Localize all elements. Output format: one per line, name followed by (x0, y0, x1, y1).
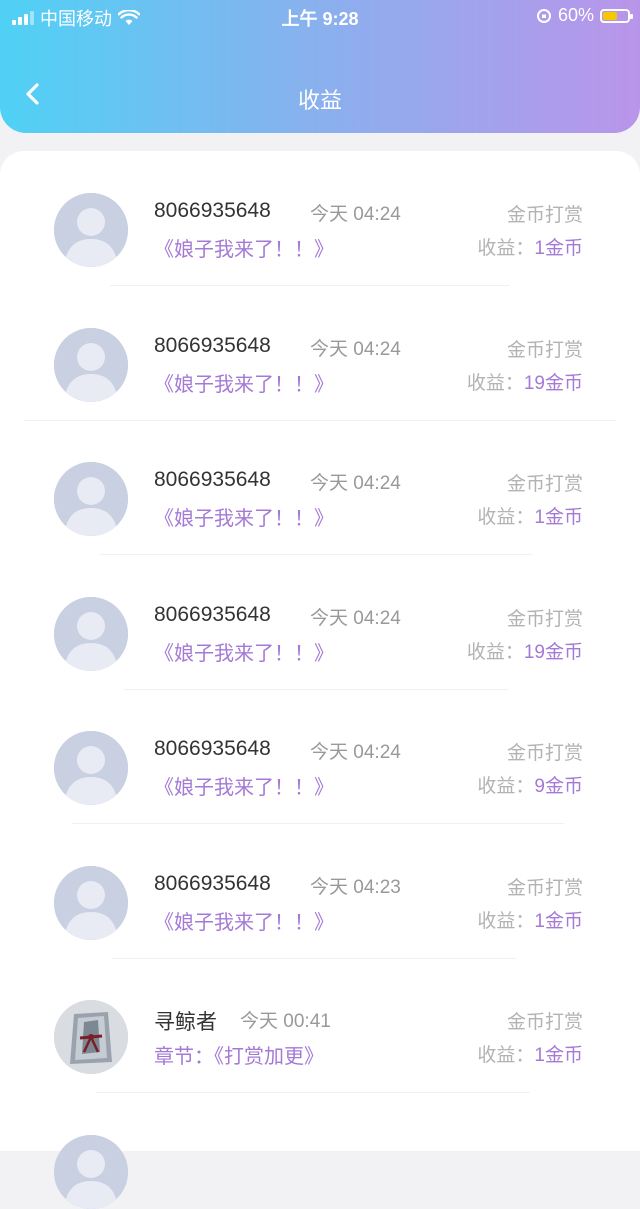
list-item[interactable]: 8066935648 今天 04:24 《娘子我来了！！》 金币打赏收益：1金币 (0, 420, 640, 555)
earnings-label: 收益： (477, 238, 535, 259)
earnings: 收益：1金币 (477, 233, 583, 260)
list-item[interactable]: 8066935648 今天 04:23 《娘子我来了！！》 金币打赏收益：1金币 (0, 824, 640, 959)
rotation-lock-icon (536, 8, 551, 23)
earnings-value: 1金币 (534, 1045, 583, 1066)
reward-type: 金币打赏 (506, 474, 583, 495)
record-time: 今天 04:23 (310, 876, 401, 898)
reward-type: 金币打赏 (506, 743, 583, 764)
battery-percent: 60% (557, 5, 594, 25)
user-name: 8066935648 (154, 737, 271, 760)
user-name: 寻鲸者 (154, 1011, 217, 1034)
user-name: 8066935648 (154, 333, 271, 357)
record-time: 今天 04:24 (310, 338, 401, 360)
user-name: 8066935648 (154, 468, 271, 491)
reward-type: 金币打赏 (506, 339, 583, 361)
earnings: 收益：1金币 (477, 906, 583, 933)
earnings-value: 9金币 (534, 776, 583, 797)
earnings-label: 收益： (477, 776, 535, 797)
list-item[interactable]: 8066935648 今天 04:24 《娘子我来了！！》 金币打赏收益：1金币 (0, 151, 640, 286)
record-time: 今天 04:24 (310, 473, 401, 494)
divider (96, 1092, 530, 1093)
record-time: 今天 04:24 (310, 742, 401, 763)
avatar[interactable] (54, 462, 128, 536)
reward-type: 金币打赏 (506, 608, 583, 630)
record-time: 今天 04:24 (310, 204, 401, 225)
earnings-value: 19金币 (523, 641, 583, 663)
avatar[interactable] (54, 865, 128, 940)
earnings-label: 收益： (477, 507, 535, 528)
book-title[interactable]: 《娘子我来了！！》 (154, 502, 334, 531)
earnings-value: 1金币 (534, 910, 583, 932)
earnings: 收益：9金币 (477, 771, 583, 798)
record-time: 今天 00:41 (240, 1011, 331, 1032)
earnings: 收益：19金币 (467, 637, 583, 664)
reward-type: 金币打赏 (506, 1012, 583, 1033)
earnings: 收益：1金币 (477, 1040, 583, 1067)
avatar[interactable] (54, 1000, 128, 1074)
user-name: 8066935648 (154, 602, 271, 626)
earnings-value: 1金币 (534, 507, 583, 528)
earnings: 收益：1金币 (477, 502, 583, 529)
status-bar: 中国移动 上午 9:28 60% (0, 0, 640, 34)
earnings: 收益：19金币 (467, 368, 583, 395)
avatar[interactable] (54, 731, 128, 805)
earnings-label: 收益： (477, 910, 535, 932)
page-title: 收益 (297, 88, 342, 113)
earnings-value: 1金币 (534, 238, 583, 259)
earnings-label: 收益： (466, 372, 524, 394)
user-name: 8066935648 (154, 199, 271, 222)
avatar[interactable] (54, 596, 128, 671)
records-list: 8066935648 今天 04:24 《娘子我来了！！》 金币打赏 收益：1金币 806… (0, 151, 640, 1209)
list-item[interactable]: 寻鲸者 今天 00:41 章节：《打赏加更》 金币打赏收益：1金币 (0, 958, 640, 1093)
book-title[interactable]: 章节：《打赏加更》 (154, 1040, 324, 1069)
reward-type: 金币打赏 (506, 205, 583, 226)
earnings-label: 收益： (477, 1045, 535, 1066)
avatar[interactable] (54, 193, 128, 267)
list-item[interactable]: 8066935648 今天 04:24 《娘子我来了！！》 金币打赏收益：19金币 (0, 555, 640, 690)
book-title[interactable]: 《娘子我来了！！》 (154, 368, 334, 397)
book-title[interactable]: 《娘子我来了！！》 (154, 637, 334, 666)
record-time: 今天 04:24 (310, 607, 401, 629)
book-title[interactable]: 《娘子我来了！！》 (154, 771, 334, 800)
earnings-label: 收益： (466, 641, 524, 663)
reward-type: 金币打赏 (506, 877, 583, 899)
book-title[interactable]: 《娘子我来了！！》 (154, 906, 334, 935)
earnings-value: 19金币 (523, 372, 583, 394)
user-name: 8066935648 (154, 871, 271, 895)
avatar[interactable] (54, 1134, 128, 1209)
list-item[interactable]: 8066935648 今天 04:24 《娘子我来了！！》 金币打赏收益：19金币 (0, 286, 640, 421)
battery-icon (600, 8, 633, 23)
nav-header: 中国移动 上午 9:28 60% 收益 (0, 0, 640, 133)
book-title[interactable]: 《娘子我来了！！》 (154, 233, 334, 262)
avatar[interactable] (54, 327, 128, 402)
list-item[interactable]: 8066935648 今天 04:24 《娘子我来了！！》 金币打赏收益：9金币 (0, 689, 640, 824)
